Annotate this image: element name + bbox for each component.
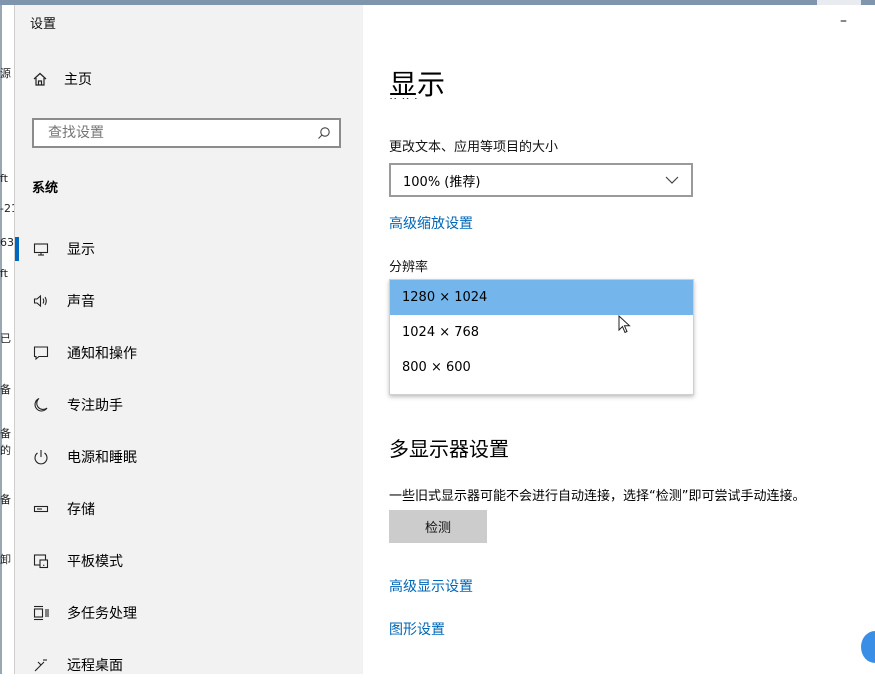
scale-dropdown[interactable]: 100% (推荐) bbox=[389, 163, 693, 197]
sidebar-item-remote-desktop[interactable]: 远程桌面 bbox=[15, 641, 363, 689]
main-content: – 显示 ·· ·· · 更改文本、应用等项目的大小 100% (推荐) 高级缩… bbox=[363, 5, 875, 674]
resolution-option[interactable]: 1024 × 768 bbox=[390, 315, 693, 350]
power-icon bbox=[33, 449, 49, 465]
multitask-icon bbox=[33, 605, 49, 621]
sidebar-item-storage[interactable]: 存储 bbox=[15, 485, 363, 533]
multi-display-description: 一些旧式显示器可能不会进行自动连接，选择“检测”即可尝试手动连接。 bbox=[389, 489, 806, 504]
sidebar-item-notifications[interactable]: 通知和操作 bbox=[15, 329, 363, 377]
speaker-icon bbox=[33, 293, 49, 309]
sidebar-item-label: 远程桌面 bbox=[67, 658, 123, 674]
sidebar-item-label: 存储 bbox=[67, 502, 95, 518]
clipped-text-fragment: ·· ·· · bbox=[389, 98, 418, 106]
sidebar-item-label: 平板模式 bbox=[67, 554, 123, 570]
search-box[interactable] bbox=[32, 118, 341, 148]
sidebar-item-multitasking[interactable]: 多任务处理 bbox=[15, 589, 363, 637]
sidebar-item-tablet-mode[interactable]: 平板模式 bbox=[15, 537, 363, 585]
tablet-icon bbox=[33, 553, 49, 569]
monitor-icon bbox=[33, 241, 49, 257]
bg-fragment: ft bbox=[0, 267, 8, 280]
bg-fragment: 卸 bbox=[0, 553, 11, 566]
moon-icon bbox=[33, 397, 49, 413]
search-icon[interactable] bbox=[317, 126, 331, 140]
window-title: 设置 bbox=[30, 17, 57, 32]
sidebar-item-display[interactable]: 显示 bbox=[15, 225, 363, 273]
scale-value: 100% (推荐) bbox=[403, 174, 481, 190]
storage-icon bbox=[33, 501, 49, 517]
page-title: 显示 bbox=[389, 68, 446, 101]
section-label-system: 系统 bbox=[32, 181, 59, 196]
settings-sidebar: 设置 主页 系统 显示 声音 通知和操作 专注助手 bbox=[15, 5, 363, 674]
sidebar-item-label: 声音 bbox=[67, 294, 95, 310]
resolution-label: 分辨率 bbox=[389, 260, 429, 275]
bg-fragment: -21 bbox=[0, 202, 14, 215]
resolution-option[interactable]: 1280 × 1024 bbox=[390, 280, 693, 315]
bg-fragment: 的 bbox=[0, 444, 11, 457]
sidebar-item-focus-assist[interactable]: 专注助手 bbox=[15, 381, 363, 429]
remote-desktop-icon bbox=[33, 657, 49, 673]
chevron-down-icon bbox=[665, 176, 679, 184]
bg-fragment: 备 bbox=[0, 427, 11, 440]
floating-assistant-icon[interactable] bbox=[861, 631, 875, 663]
sidebar-item-sound[interactable]: 声音 bbox=[15, 277, 363, 325]
home-label: 主页 bbox=[64, 72, 92, 88]
bg-fragment: 63 bbox=[0, 236, 14, 249]
sidebar-item-label: 专注助手 bbox=[67, 398, 123, 414]
advanced-scaling-link[interactable]: 高级缩放设置 bbox=[389, 213, 473, 233]
background-window: 源 ft -21 63 ft 已 备 备 的 备 卸 bbox=[0, 5, 15, 674]
scale-label: 更改文本、应用等项目的大小 bbox=[389, 140, 559, 155]
bg-fragment: 备 bbox=[0, 493, 11, 506]
multi-display-heading: 多显示器设置 bbox=[389, 437, 509, 461]
resolution-option[interactable]: 800 × 600 bbox=[390, 350, 693, 385]
bg-fragment: ft bbox=[0, 172, 8, 185]
notification-icon bbox=[33, 345, 49, 361]
minimize-button[interactable]: – bbox=[840, 13, 847, 29]
home-icon bbox=[32, 71, 48, 87]
home-nav-item[interactable]: 主页 bbox=[32, 69, 92, 89]
sidebar-item-label: 电源和睡眠 bbox=[67, 450, 137, 466]
bg-fragment: 源 bbox=[0, 67, 11, 80]
graphics-settings-link[interactable]: 图形设置 bbox=[389, 619, 445, 639]
resolution-dropdown-list: 1280 × 1024 1024 × 768 800 × 600 bbox=[389, 279, 694, 395]
mouse-cursor-icon bbox=[618, 315, 632, 335]
detect-button[interactable]: 检测 bbox=[389, 510, 487, 543]
search-input[interactable] bbox=[46, 124, 310, 142]
sidebar-item-label: 多任务处理 bbox=[67, 606, 137, 622]
bg-fragment: 已 bbox=[0, 332, 11, 345]
sidebar-item-label: 通知和操作 bbox=[67, 346, 137, 362]
bg-fragment: 备 bbox=[0, 383, 11, 396]
sidebar-item-power-sleep[interactable]: 电源和睡眠 bbox=[15, 433, 363, 481]
advanced-display-link[interactable]: 高级显示设置 bbox=[389, 576, 473, 596]
sidebar-item-label: 显示 bbox=[67, 242, 95, 258]
